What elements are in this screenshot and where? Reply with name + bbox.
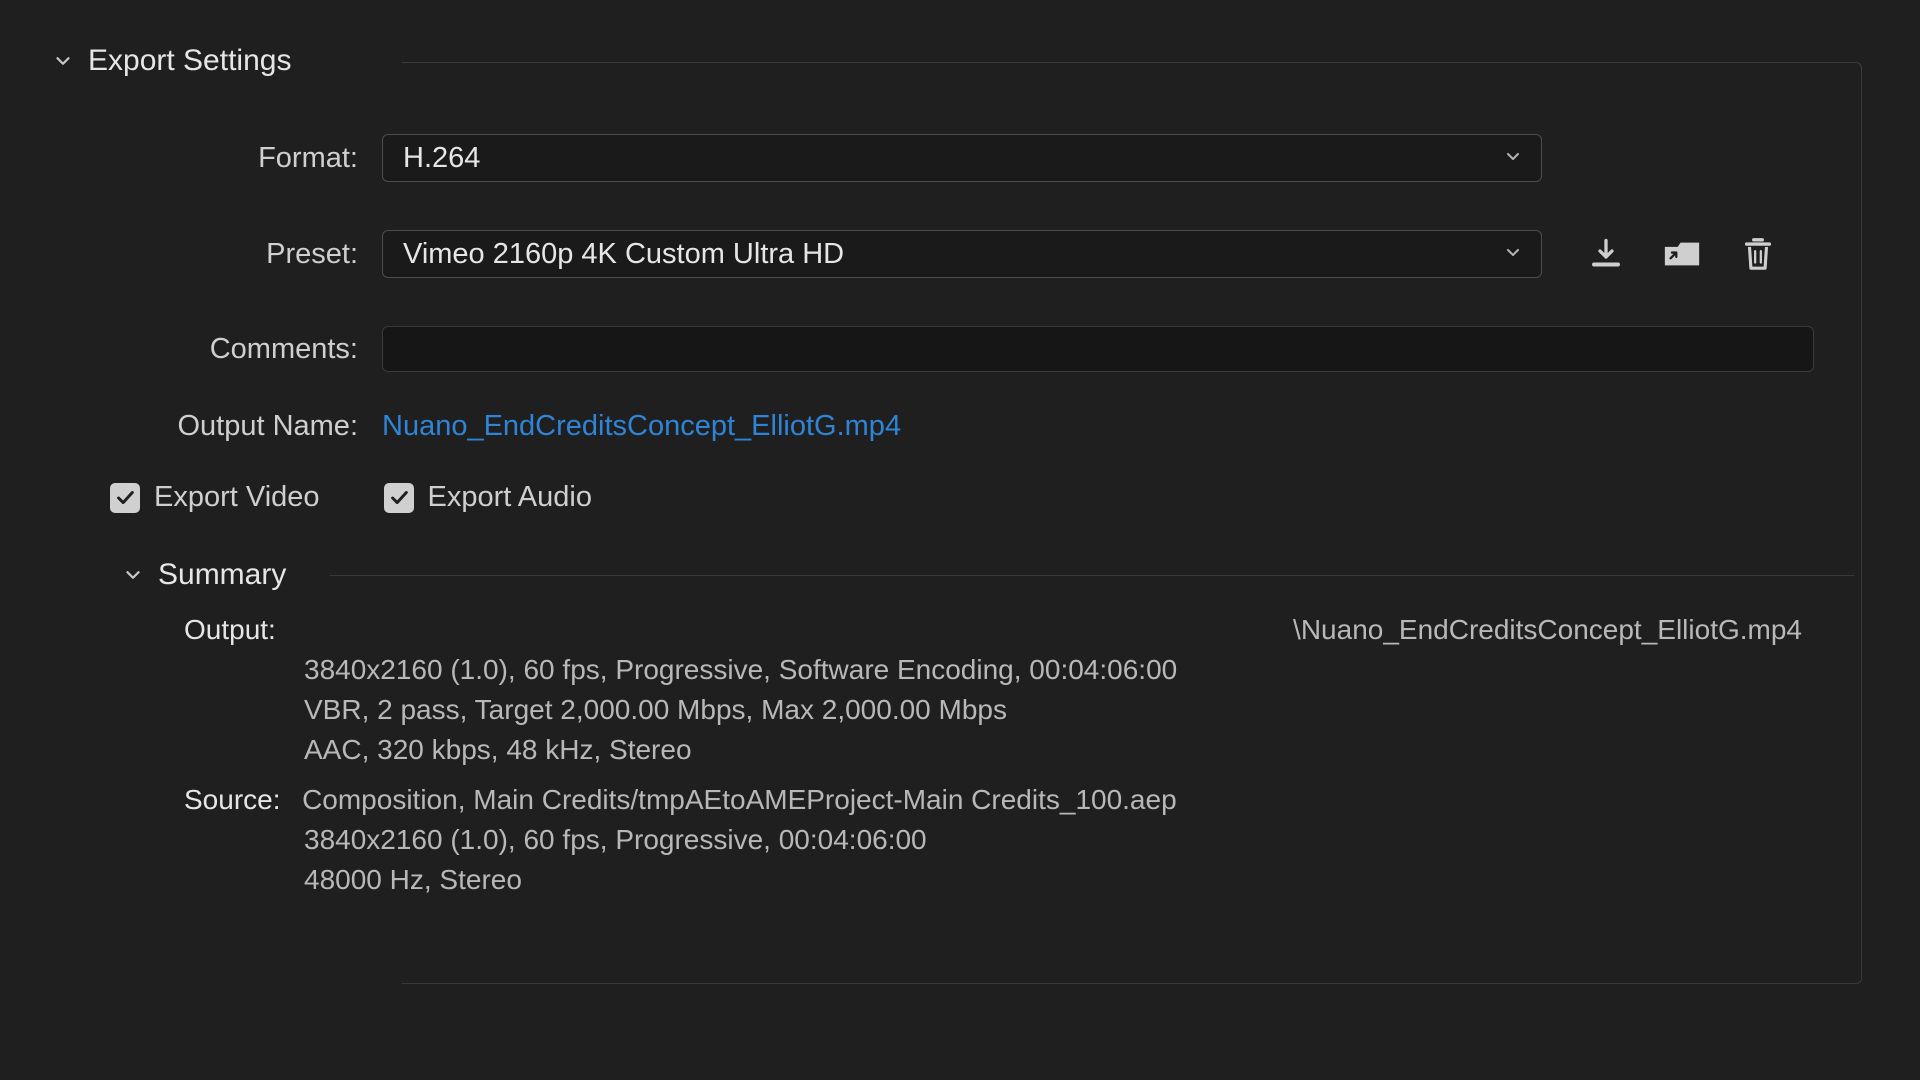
import-preset-button[interactable] — [1662, 234, 1702, 274]
comments-input[interactable] — [382, 326, 1814, 372]
folder-arrow-icon — [1662, 236, 1702, 272]
export-audio-label: Export Audio — [428, 481, 592, 514]
preset-value: Vimeo 2160p 4K Custom Ultra HD — [403, 238, 844, 271]
format-label: Format: — [114, 142, 382, 175]
preset-dropdown[interactable]: Vimeo 2160p 4K Custom Ultra HD — [382, 230, 1542, 278]
export-video-label: Export Video — [154, 481, 320, 514]
export-settings-panel: Export Settings Format: H.264 Preset: Vi… — [52, 44, 1882, 900]
output-name-link[interactable]: Nuano_EndCreditsConcept_ElliotG.mp4 — [382, 410, 901, 443]
delete-preset-button[interactable] — [1738, 234, 1778, 274]
chevron-down-icon — [122, 564, 144, 586]
summary-output-label: Output: — [184, 610, 276, 650]
format-dropdown[interactable]: H.264 — [382, 134, 1542, 182]
export-video-checkbox[interactable]: Export Video — [110, 481, 320, 514]
comments-label: Comments: — [114, 333, 382, 366]
summary-title: Summary — [158, 558, 286, 592]
trash-icon — [1741, 234, 1775, 274]
checkbox-checked-icon — [110, 483, 140, 513]
download-icon — [1588, 236, 1624, 272]
preset-label: Preset: — [114, 238, 382, 271]
summary-source-line2: 3840x2160 (1.0), 60 fps, Progressive, 00… — [184, 820, 1882, 860]
summary-divider — [330, 575, 1854, 576]
format-value: H.264 — [403, 142, 480, 175]
save-preset-button[interactable] — [1586, 234, 1626, 274]
chevron-down-icon — [52, 50, 74, 72]
summary-source-line1: Composition, Main Credits/tmpAEtoAMEProj… — [302, 784, 1177, 815]
export-settings-title: Export Settings — [88, 44, 291, 78]
output-name-label: Output Name: — [114, 410, 382, 443]
checkbox-checked-icon — [384, 483, 414, 513]
summary-source-line3: 48000 Hz, Stereo — [184, 860, 1882, 900]
summary-output-line3: AAC, 320 kbps, 48 kHz, Stereo — [184, 730, 1882, 770]
summary-body: Output: \Nuano_EndCreditsConcept_ElliotG… — [184, 610, 1882, 900]
summary-source-label: Source: — [184, 784, 281, 815]
export-settings-header[interactable]: Export Settings — [52, 44, 1882, 78]
summary-output-path: \Nuano_EndCreditsConcept_ElliotG.mp4 — [1293, 610, 1802, 650]
export-audio-checkbox[interactable]: Export Audio — [384, 481, 592, 514]
chevron-down-icon — [1503, 142, 1523, 175]
summary-output-line2: VBR, 2 pass, Target 2,000.00 Mbps, Max 2… — [184, 690, 1882, 730]
chevron-down-icon — [1503, 238, 1523, 271]
summary-header[interactable]: Summary — [122, 558, 1882, 592]
summary-output-line1: 3840x2160 (1.0), 60 fps, Progressive, So… — [184, 650, 1882, 690]
